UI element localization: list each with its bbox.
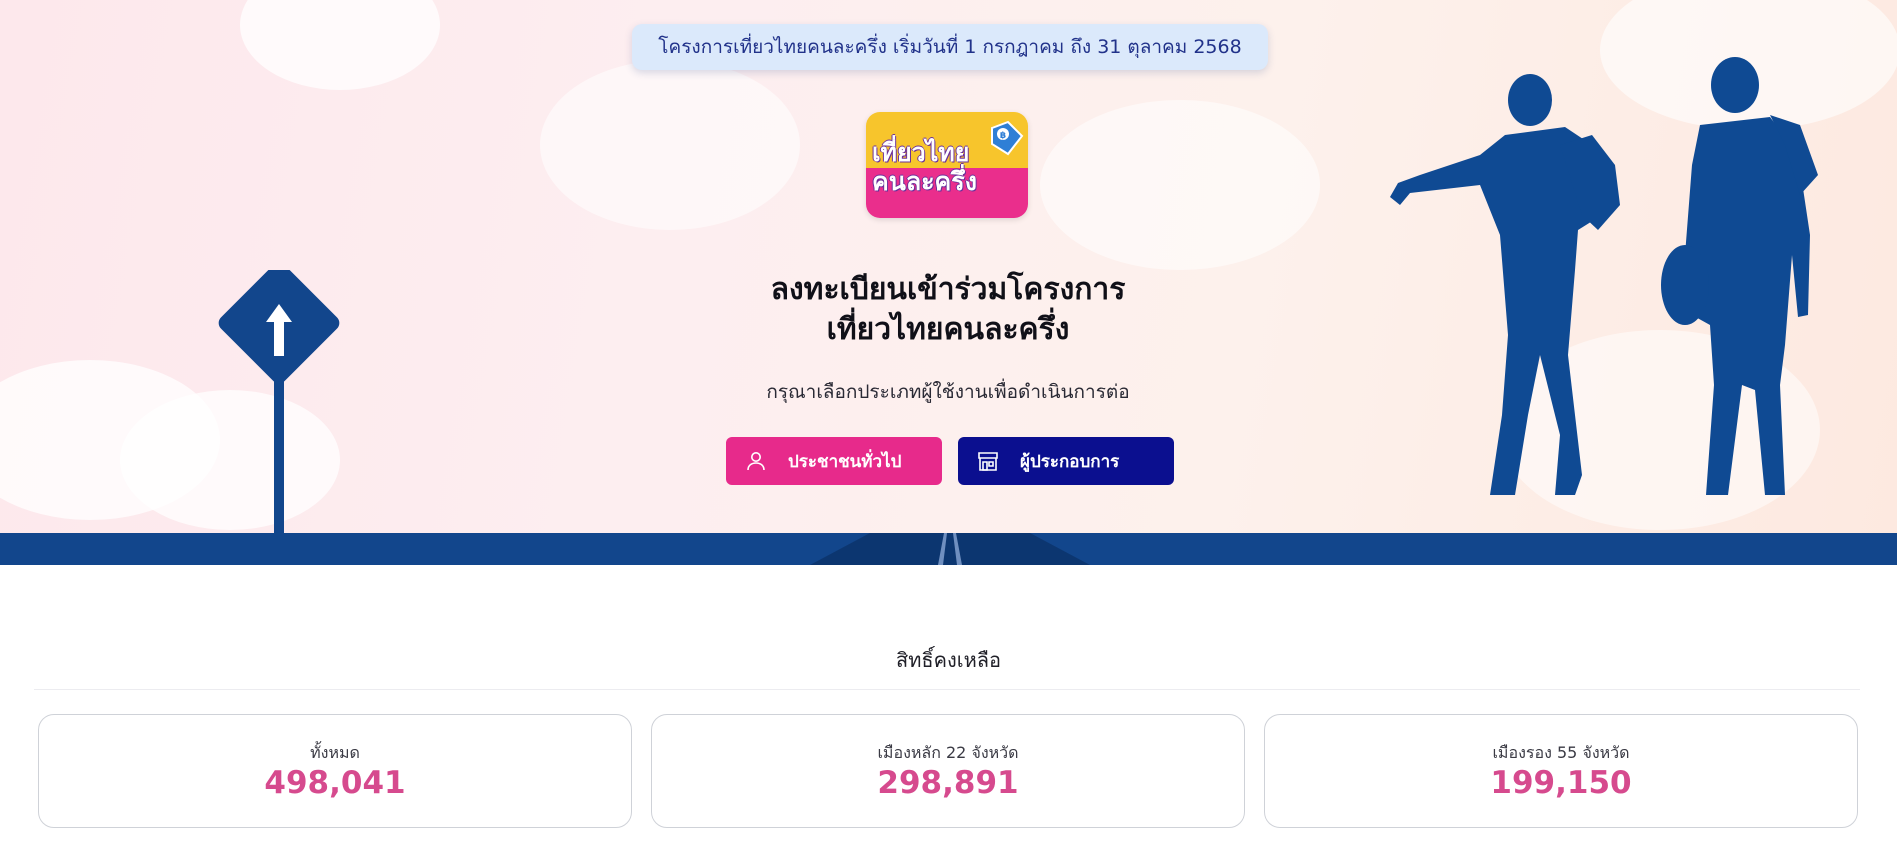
program-logo: เที่ยวไทย คนละครึ่ง ฿: [866, 112, 1028, 218]
rights-card-secondary-cities: เมืองรอง 55 จังหวัด 199,150: [1264, 714, 1858, 828]
hikers-illustration: [1390, 57, 1818, 495]
merchant-register-button[interactable]: ผู้ประกอบการ: [958, 437, 1174, 485]
rights-card-value: 298,891: [877, 765, 1019, 801]
page-title: ลงทะเบียนเข้าร่วมโครงการ เที่ยวไทยคนละคร…: [648, 270, 1248, 350]
rights-card-total: ทั้งหมด 498,041: [38, 714, 632, 828]
rights-card-label: เมืองหลัก 22 จังหวัด: [877, 743, 1019, 762]
road-sign-illustration: [218, 270, 340, 536]
citizen-register-label: ประชาชนทั่วไป: [788, 451, 902, 472]
rights-card-main-cities: เมืองหลัก 22 จังหวัด 298,891: [651, 714, 1245, 828]
road-illustration: [810, 533, 1090, 565]
rights-card-label: ทั้งหมด: [310, 743, 360, 762]
logo-text-line1: เที่ยวไทย: [872, 138, 970, 168]
cloud-decoration: [240, 0, 440, 90]
cloud-decoration: [540, 60, 800, 230]
store-icon: [976, 449, 1000, 473]
price-tag-icon: ฿: [991, 120, 1024, 156]
merchant-register-label: ผู้ประกอบการ: [1020, 451, 1120, 472]
section-divider: [34, 689, 1860, 690]
citizen-register-button[interactable]: ประชาชนทั่วไป: [726, 437, 942, 485]
logo-text-line2: คนละครึ่ง: [872, 167, 977, 196]
user-icon: [744, 449, 768, 473]
cloud-decoration: [1040, 100, 1320, 270]
hero-banner: โครงการเที่ยวไทยคนละครึ่ง เริ่มวันที่ 1 …: [0, 0, 1897, 565]
rights-card-label: เมืองรอง 55 จังหวัด: [1492, 743, 1630, 762]
rights-card-value: 498,041: [264, 765, 406, 801]
rights-card-value: 199,150: [1490, 765, 1632, 801]
page-title-line1: ลงทะเบียนเข้าร่วมโครงการ: [770, 272, 1126, 307]
svg-text:฿: ฿: [1000, 131, 1006, 141]
program-date-notice: โครงการเที่ยวไทยคนละครึ่ง เริ่มวันที่ 1 …: [632, 24, 1268, 70]
rights-remaining-title: สิทธิ์คงเหลือ: [895, 648, 1002, 672]
page-title-line2: เที่ยวไทยคนละครึ่ง: [826, 312, 1070, 347]
page-subtitle: กรุณาเลือกประเภทผู้ใช้งานเพื่อดำเนินการต…: [766, 381, 1130, 403]
